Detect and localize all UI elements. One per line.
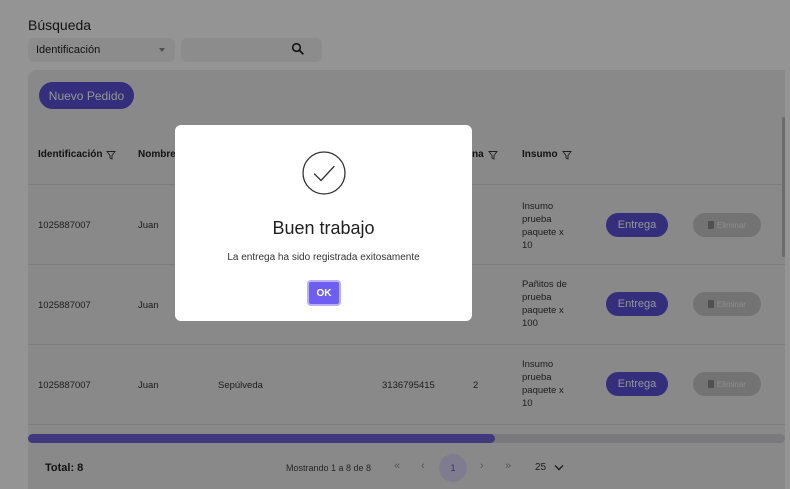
success-dialog: Buen trabajo La entrega ha sido registra… <box>175 125 472 321</box>
dialog-title: Buen trabajo <box>272 218 375 238</box>
check-circle-icon <box>302 151 346 195</box>
ok-button[interactable]: OK <box>307 280 341 306</box>
dialog-message: La entrega ha sido registrada exitosamen… <box>227 252 420 263</box>
page: Búsqueda Identificación Nuevo Pedido Ide… <box>0 0 790 489</box>
